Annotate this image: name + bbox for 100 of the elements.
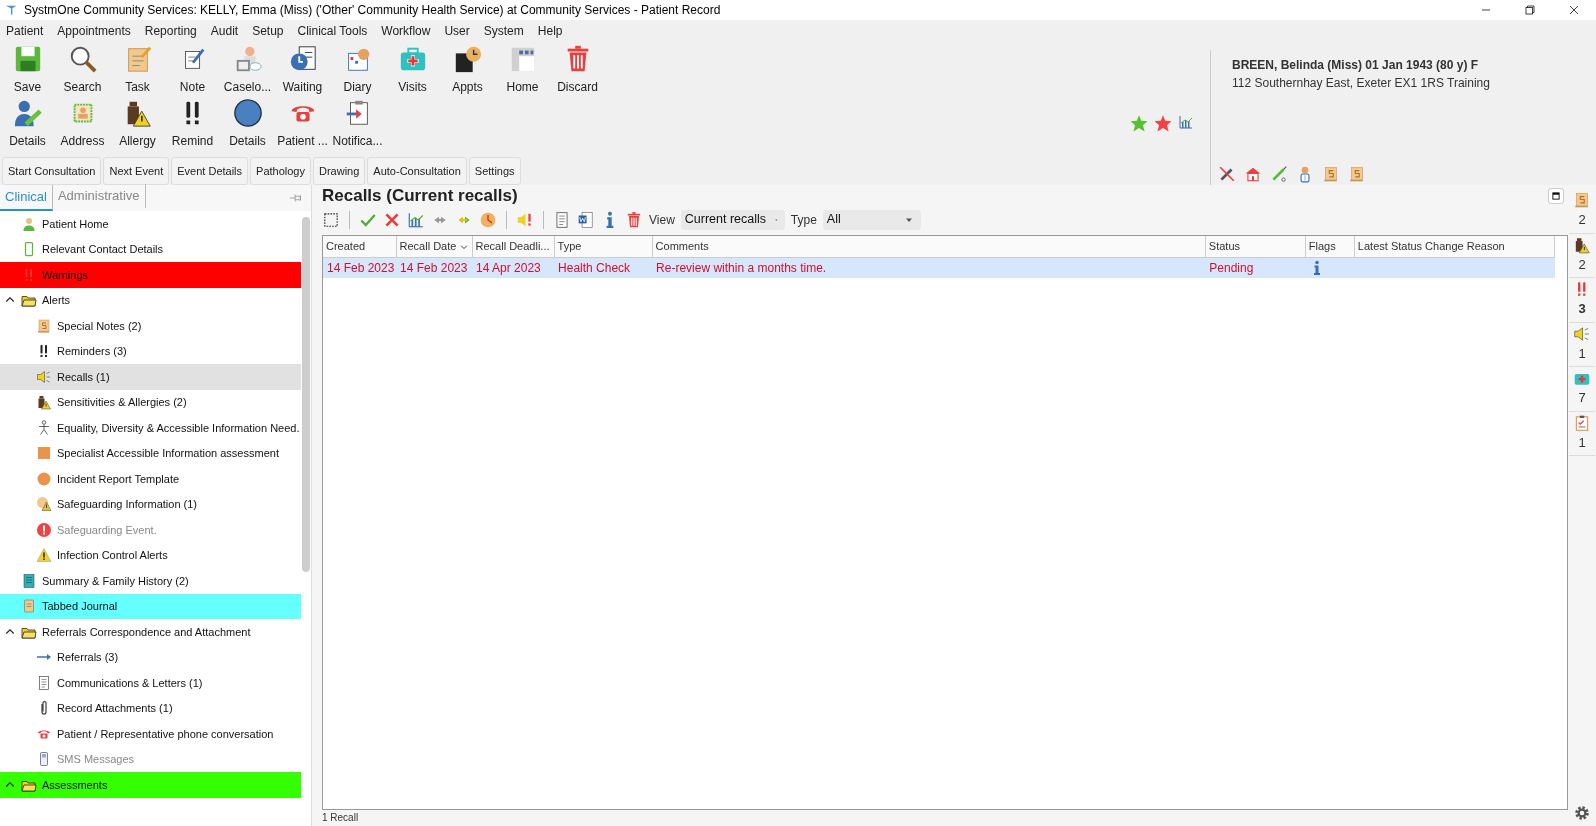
- type-label: Type: [790, 211, 817, 229]
- toolbar-button[interactable]: Patient ...: [275, 96, 330, 150]
- toolbar-button[interactable]: Home: [495, 42, 550, 96]
- consultation-button[interactable]: Start Consultation: [2, 156, 102, 185]
- tree-item[interactable]: Referrals (3): [0, 644, 301, 670]
- syringe-icon[interactable]: [1270, 165, 1288, 183]
- palette-warning-icon: [36, 496, 52, 513]
- tree-item[interactable]: Patient Home: [0, 211, 301, 237]
- menu-item[interactable]: Audit: [210, 22, 239, 40]
- tree-item[interactable]: Recalls (1): [0, 364, 301, 390]
- circle-icon: [232, 98, 263, 128]
- toolbar-button[interactable]: Discard: [550, 42, 605, 96]
- tree-item[interactable]: Relevant Contact Details: [0, 236, 301, 262]
- tree-item[interactable]: Alerts: [0, 287, 301, 313]
- toolbar-button[interactable]: Search: [55, 42, 110, 96]
- sort-caret-icon: [458, 242, 469, 252]
- star-icon[interactable]: [1130, 114, 1148, 132]
- toolbar-button[interactable]: Caselo...: [220, 42, 275, 96]
- tree-item[interactable]: Equality, Diversity & Accessible Information Need.: [0, 415, 301, 441]
- tree-item[interactable]: Assessments: [0, 772, 301, 798]
- speaker-icon: [36, 368, 52, 385]
- type-dropdown[interactable]: All: [822, 209, 921, 230]
- house-icon[interactable]: [1244, 165, 1262, 183]
- tree-item[interactable]: Communications & Letters (1): [0, 670, 301, 696]
- clipboard-check-icon[interactable]: [1573, 413, 1591, 432]
- tree-item[interactable]: Summary & Family History (2): [0, 568, 301, 594]
- table-cell: 14 Apr 2023: [472, 257, 555, 278]
- toolbar-button[interactable]: Remind: [165, 96, 220, 150]
- count: 3: [1578, 300, 1586, 318]
- tree-item[interactable]: Record Attachments (1): [0, 695, 301, 721]
- chart-icon[interactable]: [407, 210, 425, 229]
- menu-item[interactable]: User: [444, 22, 470, 40]
- scroll-icon[interactable]: [1573, 191, 1591, 209]
- toolbar-button[interactable]: Notifica...: [330, 96, 385, 150]
- menu-item[interactable]: Patient: [6, 22, 44, 40]
- toolbar-button[interactable]: Details: [220, 96, 275, 150]
- tree-item[interactable]: Safeguarding Information (1): [0, 491, 301, 517]
- consultation-button[interactable]: Event Details: [171, 156, 249, 185]
- menu-item[interactable]: Setup: [252, 22, 284, 40]
- menu-item[interactable]: Help: [537, 22, 563, 40]
- toolbar-button[interactable]: Diary: [330, 42, 385, 96]
- tree-item[interactable]: Warnings: [0, 262, 301, 288]
- star-icon[interactable]: [1154, 114, 1172, 132]
- chart-icon[interactable]: [1178, 114, 1194, 130]
- consultation-button[interactable]: Next Event: [103, 156, 170, 185]
- scrollbar-thumb[interactable]: [302, 217, 310, 572]
- count: 1: [1578, 433, 1586, 452]
- view-dropdown[interactable]: Current recalls: [680, 209, 785, 230]
- menu-item[interactable]: Workflow: [381, 22, 431, 40]
- restore-icon[interactable]: [1522, 2, 1538, 18]
- tree-item[interactable]: Specialist Accessible Information assessment: [0, 440, 301, 466]
- menu-item[interactable]: Reporting: [144, 22, 197, 40]
- column-header[interactable]: Created: [323, 236, 396, 257]
- table-cell: Pending: [1205, 257, 1306, 278]
- tree-item[interactable]: Special Notes (2): [0, 313, 301, 339]
- scroll-icon[interactable]: [1322, 165, 1340, 183]
- column-header[interactable]: Status: [1205, 236, 1306, 257]
- tree-item[interactable]: Referrals Correspondence and Attachment: [0, 619, 301, 645]
- toolbar-button[interactable]: Appts: [440, 42, 495, 96]
- tree-item[interactable]: Reminders (3): [0, 338, 301, 364]
- speaker-icon[interactable]: [1573, 324, 1591, 343]
- word-document-icon[interactable]: [577, 210, 595, 229]
- toolbar-button[interactable]: Waiting: [275, 42, 330, 96]
- toolbar-button[interactable]: Task: [110, 42, 165, 96]
- column-header[interactable]: Recall Deadli...: [472, 236, 555, 257]
- consultation-button[interactable]: Settings: [468, 156, 521, 185]
- toolbar-button[interactable]: Details: [0, 96, 55, 150]
- consultation-button[interactable]: Auto-Consultation: [367, 156, 467, 185]
- consultation-button[interactable]: Pathology: [250, 156, 311, 185]
- menu-item[interactable]: Appointments: [57, 22, 131, 40]
- document-icon[interactable]: [553, 210, 571, 229]
- column-header[interactable]: Flags: [1305, 236, 1355, 257]
- column-header[interactable]: Recall Date: [396, 236, 473, 257]
- bottle-warning-icon[interactable]: [1573, 235, 1591, 254]
- person-icon: [21, 215, 37, 232]
- toolbar-button[interactable]: Note: [165, 42, 220, 96]
- select-icon[interactable]: [322, 210, 340, 229]
- view-label: View: [649, 211, 675, 229]
- toolbar-button[interactable]: Visits: [385, 42, 440, 96]
- settings-icon[interactable]: [1573, 804, 1591, 822]
- crossed-syringe-icon[interactable]: [1218, 165, 1236, 183]
- toolbar-button[interactable]: Allergy: [110, 96, 165, 150]
- tree-item[interactable]: Incident Report Template: [0, 466, 301, 492]
- tree-item[interactable]: Tabbed Journal: [0, 593, 301, 619]
- tree-item[interactable]: Infection Control Alerts: [0, 542, 301, 568]
- trash-icon[interactable]: [625, 210, 643, 229]
- consultation-button[interactable]: Drawing: [313, 156, 366, 185]
- clock-icon[interactable]: [479, 210, 497, 229]
- maximize-button[interactable]: [1548, 188, 1564, 204]
- menu-item[interactable]: System: [483, 22, 524, 40]
- column-header[interactable]: Comments: [652, 236, 1206, 257]
- tree-item[interactable]: Patient / Representative phone conversation: [0, 721, 301, 747]
- toolbar-button[interactable]: Address: [55, 96, 110, 150]
- tree-item[interactable]: Sensitivities & Allergies (2): [0, 389, 301, 415]
- menu-item[interactable]: Clinical Tools: [297, 22, 368, 40]
- toolbar-button[interactable]: Save: [0, 42, 55, 96]
- column-header[interactable]: Latest Status Change Reason: [1354, 236, 1555, 257]
- scroll-icon[interactable]: [1348, 165, 1366, 183]
- panel-title: Recalls (Current recalls): [322, 185, 518, 207]
- column-header[interactable]: Type: [554, 236, 653, 257]
